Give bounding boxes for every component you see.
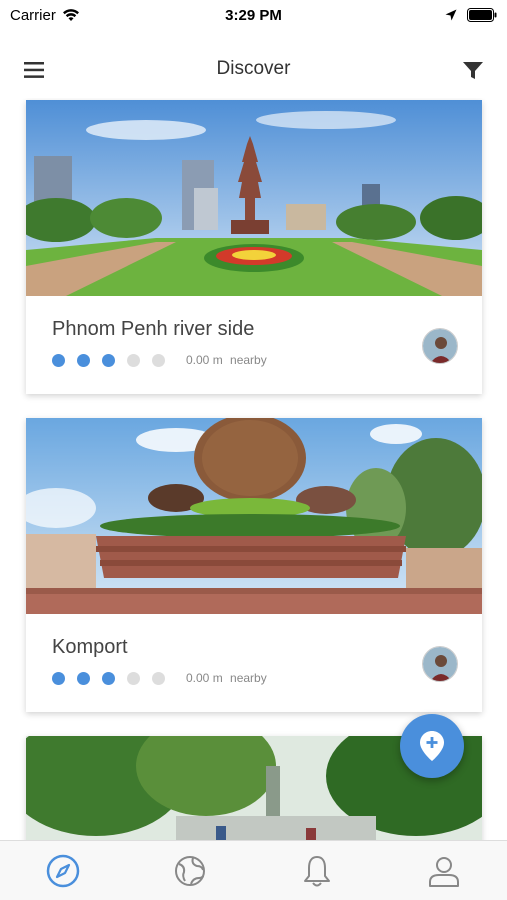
battery-icon <box>467 8 497 22</box>
place-card[interactable]: Komport 0.00 m nearby <box>26 418 482 712</box>
rating-dots <box>52 672 165 685</box>
place-title: Komport <box>52 636 128 658</box>
place-card-body: Komport 0.00 m nearby <box>26 614 482 712</box>
add-place-button[interactable] <box>400 714 464 778</box>
place-card[interactable]: Phnom Penh river side 0.00 m nearby <box>26 100 482 394</box>
user-avatar[interactable] <box>422 646 458 682</box>
hamburger-menu-icon <box>24 62 44 78</box>
tab-explore[interactable] <box>160 846 220 896</box>
distance-info: 0.00 m nearby <box>186 671 271 685</box>
distance-label: nearby <box>230 353 267 367</box>
place-title: Phnom Penh river side <box>52 318 255 340</box>
user-avatar[interactable] <box>422 328 458 364</box>
tab-bar <box>0 840 507 900</box>
place-photo <box>26 100 482 296</box>
rating-dot-filled <box>77 672 90 685</box>
avatar-photo-graphic <box>423 647 457 681</box>
globe-icon <box>175 855 206 886</box>
rating-dot-filled <box>102 354 115 367</box>
status-right <box>445 8 497 22</box>
filter-icon <box>463 62 483 79</box>
place-photo-graphic <box>26 100 482 296</box>
navigation-bar: Discover <box>0 44 507 94</box>
status-bar: Carrier 3:29 PM <box>0 0 507 30</box>
distance-label: nearby <box>230 671 267 685</box>
add-location-icon <box>420 731 444 761</box>
rating-dots <box>52 354 165 367</box>
rating-dot-empty <box>152 354 165 367</box>
compass-icon <box>47 854 80 887</box>
rating-dot-filled <box>77 354 90 367</box>
place-card-body: Phnom Penh river side 0.00 m nearby <box>26 296 482 394</box>
distance-info: 0.00 m nearby <box>186 353 271 367</box>
location-arrow-icon <box>445 9 457 21</box>
rating-dot-filled <box>52 354 65 367</box>
place-photo-graphic <box>26 418 482 614</box>
page-title: Discover <box>216 58 291 79</box>
rating-dot-empty <box>152 672 165 685</box>
filter-button[interactable] <box>461 60 485 82</box>
tab-notifications[interactable] <box>287 846 347 896</box>
rating-dot-empty <box>127 672 140 685</box>
distance-value: 0.00 m <box>186 353 223 367</box>
tab-profile[interactable] <box>414 846 474 896</box>
avatar-photo-graphic <box>423 329 457 363</box>
profile-icon <box>428 856 459 887</box>
wifi-icon <box>62 9 79 21</box>
rating-dot-filled <box>52 672 65 685</box>
rating-dot-filled <box>102 672 115 685</box>
place-photo <box>26 418 482 614</box>
status-left: Carrier <box>10 7 80 24</box>
menu-button[interactable] <box>22 60 46 80</box>
bell-icon <box>303 855 330 886</box>
tab-discover[interactable] <box>33 846 93 896</box>
rating-dot-empty <box>127 354 140 367</box>
distance-value: 0.00 m <box>186 671 223 685</box>
carrier-label: Carrier <box>10 6 56 24</box>
